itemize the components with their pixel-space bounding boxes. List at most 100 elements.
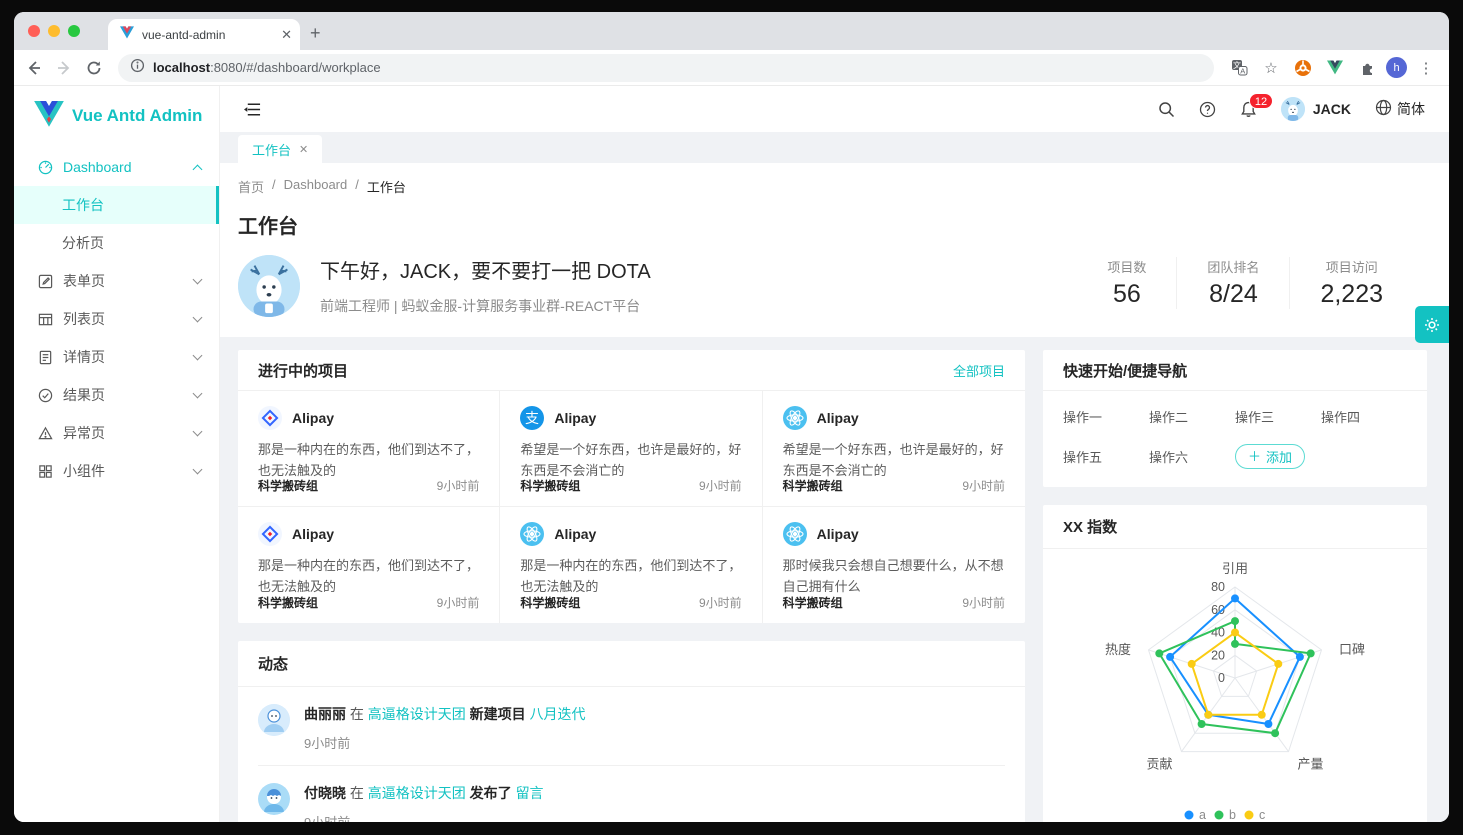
vue-favicon-icon	[120, 26, 134, 44]
project-card[interactable]: Alipay 希望是一个好东西，也许是最好的，好东西是不会消亡的 科学搬砖组9小…	[763, 391, 1025, 507]
activity-group-link[interactable]: 高逼格设计天团	[368, 706, 466, 722]
sidebar-item-forms[interactable]: 表单页	[14, 262, 219, 300]
tab-label: 工作台	[252, 140, 291, 159]
sidebar-item-workplace[interactable]: 工作台	[14, 186, 219, 224]
sidebar-item-label: 工作台	[62, 195, 201, 215]
menu-fold-icon[interactable]	[244, 102, 261, 117]
breadcrumb-dashboard[interactable]: Dashboard	[284, 177, 348, 196]
breadcrumb-home[interactable]: 首页	[238, 177, 264, 196]
activity-target-link[interactable]: 留言	[516, 785, 544, 801]
sidebar-item-label: Dashboard	[63, 159, 184, 175]
tab-close-icon[interactable]: ✕	[281, 27, 292, 43]
projects-grid: Alipay 那是一种内在的东西，他们到达不了，也无法触及的 科学搬砖组9小时前…	[238, 391, 1025, 623]
zoom-window-button[interactable]	[68, 25, 80, 37]
close-window-button[interactable]	[28, 25, 40, 37]
tab-workplace[interactable]: 工作台 ✕	[238, 135, 322, 163]
project-card[interactable]: Alipay 那是一种内在的东西，他们到达不了，也无法触及的 科学搬砖组9小时前	[500, 507, 762, 623]
help-icon[interactable]	[1199, 101, 1216, 118]
activity-time: 9小时前	[304, 812, 544, 822]
quick-nav-body: 操作一 操作二 操作三 操作四 操作五 操作六 ＋添加	[1043, 391, 1427, 487]
sidebar-item-analysis[interactable]: 分析页	[14, 224, 219, 262]
browser-tab[interactable]: vue-antd-admin ✕	[108, 19, 300, 50]
project-card[interactable]: Alipay 那时候我只会想自己想要什么，从不想自己拥有什么 科学搬砖组9小时前	[763, 507, 1025, 623]
plus-icon: ＋	[1248, 450, 1261, 463]
quick-link-5[interactable]: 操作五	[1063, 447, 1149, 466]
activity-user[interactable]: 付晓晓	[304, 785, 346, 801]
profile-icon	[38, 350, 53, 365]
user-menu[interactable]: JACK	[1281, 97, 1351, 121]
app-header: 12 JACK 简体	[220, 86, 1449, 132]
sidebar-item-label: 结果页	[63, 385, 184, 405]
stat-label: 项目数	[1107, 257, 1146, 276]
back-button[interactable]	[22, 56, 46, 80]
stat-value: 2,223	[1320, 280, 1383, 309]
url-text: localhost:8080/#/dashboard/workplace	[153, 60, 381, 75]
sidebar-item-details[interactable]: 详情页	[14, 338, 219, 376]
list-item: 付晓晓 在 高逼格设计天团 发布了 留言 9小时前	[238, 766, 1025, 822]
language-switcher[interactable]: 简体	[1375, 99, 1425, 119]
project-card[interactable]: 支 Alipay 希望是一个好东西，也许是最好的，好东西是不会消亡的 科学搬砖组…	[500, 391, 762, 507]
projects-card-header: 进行中的项目 全部项目	[238, 350, 1025, 391]
new-tab-button[interactable]: +	[310, 23, 321, 44]
site-info-icon[interactable]	[130, 58, 145, 78]
project-card[interactable]: Alipay 那是一种内在的东西，他们到达不了，也无法触及的 科学搬砖组9小时前	[238, 391, 500, 507]
url-bar[interactable]: localhost:8080/#/dashboard/workplace	[118, 54, 1214, 82]
all-projects-link[interactable]: 全部项目	[953, 361, 1005, 380]
sidebar-item-exceptions[interactable]: 异常页	[14, 414, 219, 452]
quick-link-3[interactable]: 操作三	[1235, 407, 1321, 426]
stat-projects: 项目数 56	[1077, 257, 1176, 309]
project-group[interactable]: 科学搬砖组	[783, 477, 843, 494]
radar-chart-area: 020406080引用口碑产量贡献热度abc	[1043, 549, 1427, 822]
project-card[interactable]: Alipay 那是一种内在的东西，他们到达不了，也无法触及的 科学搬砖组9小时前	[238, 507, 500, 623]
minimize-window-button[interactable]	[48, 25, 60, 37]
sidebar-item-results[interactable]: 结果页	[14, 376, 219, 414]
activity-user[interactable]: 曲丽丽	[304, 706, 346, 722]
page-tabs: 工作台 ✕	[220, 132, 1449, 163]
browser-profile-avatar[interactable]: h	[1386, 57, 1407, 78]
translate-icon[interactable]: 文A	[1226, 55, 1252, 81]
sidebar-item-lists[interactable]: 列表页	[14, 300, 219, 338]
add-button[interactable]: ＋添加	[1235, 444, 1305, 469]
search-icon[interactable]	[1158, 101, 1175, 118]
activity-word: 在	[350, 785, 364, 801]
extensions-puzzle-icon[interactable]	[1354, 55, 1380, 81]
quick-link-1[interactable]: 操作一	[1063, 407, 1149, 426]
notification-bell-icon[interactable]: 12	[1240, 101, 1257, 118]
quick-nav-header: 快速开始/便捷导航	[1043, 350, 1427, 391]
browser-menu-icon[interactable]: ⋮	[1413, 55, 1439, 81]
url-path: :8080/#/dashboard/workplace	[210, 60, 381, 75]
project-time: 9小时前	[437, 594, 480, 611]
table-icon	[38, 312, 53, 327]
project-time: 9小时前	[699, 477, 742, 494]
vue-devtools-icon[interactable]	[1322, 55, 1348, 81]
project-group[interactable]: 科学搬砖组	[258, 477, 318, 494]
project-group[interactable]: 科学搬砖组	[520, 477, 580, 494]
check-circle-icon	[38, 388, 53, 403]
tab-close-icon[interactable]: ✕	[299, 143, 308, 156]
app-root: Vue Antd Admin Dashboard 工作台 分析页	[14, 86, 1449, 822]
extension-orange-icon[interactable]	[1290, 55, 1316, 81]
sidebar-item-widgets[interactable]: 小组件	[14, 452, 219, 490]
project-desc: 那是一种内在的东西，他们到达不了，也无法触及的	[258, 439, 479, 477]
chevron-down-icon	[193, 275, 203, 285]
project-group[interactable]: 科学搬砖组	[520, 594, 580, 611]
bookmark-star-icon[interactable]: ☆	[1258, 55, 1284, 81]
reload-button[interactable]	[82, 56, 106, 80]
header-stats: 项目数 56 团队排名 8/24 项目访问 2,223	[1077, 257, 1413, 309]
app-logo[interactable]: Vue Antd Admin	[14, 86, 219, 132]
project-title: Alipay	[292, 526, 334, 542]
project-group[interactable]: 科学搬砖组	[783, 594, 843, 611]
react-icon	[783, 406, 807, 430]
activity-group-link[interactable]: 高逼格设计天团	[368, 785, 466, 801]
forward-button[interactable]	[52, 56, 76, 80]
sidebar-item-dashboard[interactable]: Dashboard	[14, 148, 219, 186]
chevron-down-icon	[193, 313, 203, 323]
quick-link-6[interactable]: 操作六	[1149, 447, 1235, 466]
project-group[interactable]: 科学搬砖组	[258, 594, 318, 611]
quick-link-4[interactable]: 操作四	[1321, 407, 1407, 426]
settings-gear-button[interactable]	[1415, 306, 1449, 343]
quick-link-2[interactable]: 操作二	[1149, 407, 1235, 426]
sidebar-item-label: 表单页	[63, 271, 184, 291]
activity-target-link[interactable]: 八月迭代	[530, 706, 586, 722]
greeting-text: 下午好，JACK，要不要打一把 DOTA	[320, 255, 651, 284]
